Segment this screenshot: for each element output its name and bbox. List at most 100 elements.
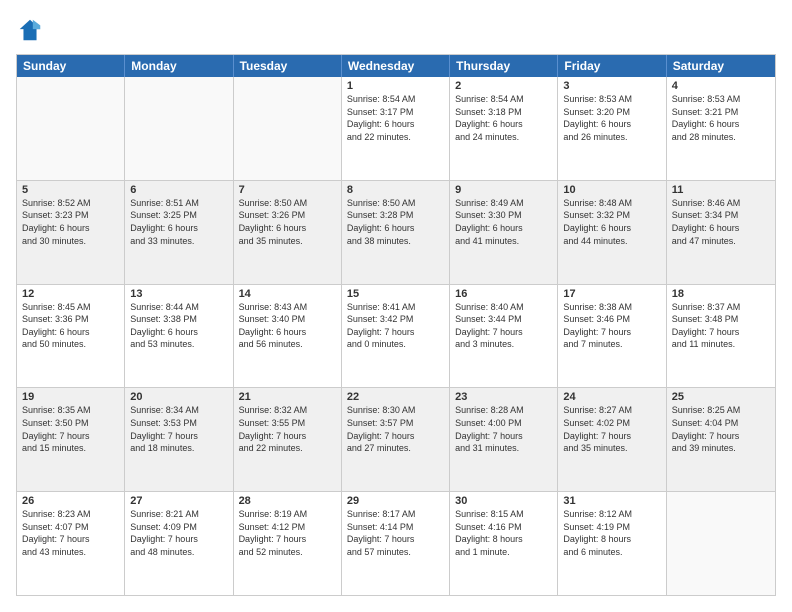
- day-cell: [17, 77, 125, 180]
- day-number: 11: [672, 184, 770, 196]
- day-info: Sunrise: 8:34 AM Sunset: 3:53 PM Dayligh…: [130, 404, 227, 454]
- day-info: Sunrise: 8:32 AM Sunset: 3:55 PM Dayligh…: [239, 404, 336, 454]
- day-number: 9: [455, 184, 552, 196]
- day-number: 10: [563, 184, 660, 196]
- calendar: SundayMondayTuesdayWednesdayThursdayFrid…: [16, 54, 776, 596]
- day-header: Monday: [125, 55, 233, 77]
- day-info: Sunrise: 8:35 AM Sunset: 3:50 PM Dayligh…: [22, 404, 119, 454]
- day-cell: 7Sunrise: 8:50 AM Sunset: 3:26 PM Daylig…: [234, 181, 342, 284]
- day-info: Sunrise: 8:23 AM Sunset: 4:07 PM Dayligh…: [22, 508, 119, 558]
- day-cell: 26Sunrise: 8:23 AM Sunset: 4:07 PM Dayli…: [17, 492, 125, 595]
- day-info: Sunrise: 8:46 AM Sunset: 3:34 PM Dayligh…: [672, 197, 770, 247]
- day-cell: 28Sunrise: 8:19 AM Sunset: 4:12 PM Dayli…: [234, 492, 342, 595]
- day-info: Sunrise: 8:25 AM Sunset: 4:04 PM Dayligh…: [672, 404, 770, 454]
- header: [16, 16, 776, 44]
- day-number: 14: [239, 288, 336, 300]
- day-cell: 25Sunrise: 8:25 AM Sunset: 4:04 PM Dayli…: [667, 388, 775, 491]
- day-info: Sunrise: 8:51 AM Sunset: 3:25 PM Dayligh…: [130, 197, 227, 247]
- day-cell: 10Sunrise: 8:48 AM Sunset: 3:32 PM Dayli…: [558, 181, 666, 284]
- day-header: Thursday: [450, 55, 558, 77]
- day-number: 7: [239, 184, 336, 196]
- day-info: Sunrise: 8:19 AM Sunset: 4:12 PM Dayligh…: [239, 508, 336, 558]
- day-cell: 30Sunrise: 8:15 AM Sunset: 4:16 PM Dayli…: [450, 492, 558, 595]
- day-info: Sunrise: 8:54 AM Sunset: 3:18 PM Dayligh…: [455, 93, 552, 143]
- day-info: Sunrise: 8:43 AM Sunset: 3:40 PM Dayligh…: [239, 301, 336, 351]
- day-cell: 23Sunrise: 8:28 AM Sunset: 4:00 PM Dayli…: [450, 388, 558, 491]
- day-info: Sunrise: 8:54 AM Sunset: 3:17 PM Dayligh…: [347, 93, 444, 143]
- day-cell: 8Sunrise: 8:50 AM Sunset: 3:28 PM Daylig…: [342, 181, 450, 284]
- day-cell: [125, 77, 233, 180]
- day-number: 16: [455, 288, 552, 300]
- logo: [16, 16, 48, 44]
- day-info: Sunrise: 8:53 AM Sunset: 3:21 PM Dayligh…: [672, 93, 770, 143]
- day-info: Sunrise: 8:50 AM Sunset: 3:28 PM Dayligh…: [347, 197, 444, 247]
- day-info: Sunrise: 8:50 AM Sunset: 3:26 PM Dayligh…: [239, 197, 336, 247]
- day-info: Sunrise: 8:28 AM Sunset: 4:00 PM Dayligh…: [455, 404, 552, 454]
- day-number: 8: [347, 184, 444, 196]
- day-cell: 14Sunrise: 8:43 AM Sunset: 3:40 PM Dayli…: [234, 285, 342, 388]
- day-number: 3: [563, 80, 660, 92]
- day-header: Friday: [558, 55, 666, 77]
- day-number: 17: [563, 288, 660, 300]
- day-number: 22: [347, 391, 444, 403]
- day-number: 26: [22, 495, 119, 507]
- day-number: 18: [672, 288, 770, 300]
- day-info: Sunrise: 8:17 AM Sunset: 4:14 PM Dayligh…: [347, 508, 444, 558]
- day-info: Sunrise: 8:15 AM Sunset: 4:16 PM Dayligh…: [455, 508, 552, 558]
- day-cell: 19Sunrise: 8:35 AM Sunset: 3:50 PM Dayli…: [17, 388, 125, 491]
- day-number: 15: [347, 288, 444, 300]
- day-header: Tuesday: [234, 55, 342, 77]
- day-info: Sunrise: 8:41 AM Sunset: 3:42 PM Dayligh…: [347, 301, 444, 351]
- day-cell: 13Sunrise: 8:44 AM Sunset: 3:38 PM Dayli…: [125, 285, 233, 388]
- day-cell: 20Sunrise: 8:34 AM Sunset: 3:53 PM Dayli…: [125, 388, 233, 491]
- day-info: Sunrise: 8:49 AM Sunset: 3:30 PM Dayligh…: [455, 197, 552, 247]
- day-cell: 1Sunrise: 8:54 AM Sunset: 3:17 PM Daylig…: [342, 77, 450, 180]
- day-cell: 22Sunrise: 8:30 AM Sunset: 3:57 PM Dayli…: [342, 388, 450, 491]
- day-number: 31: [563, 495, 660, 507]
- day-number: 12: [22, 288, 119, 300]
- day-cell: 12Sunrise: 8:45 AM Sunset: 3:36 PM Dayli…: [17, 285, 125, 388]
- day-number: 21: [239, 391, 336, 403]
- day-cell: 6Sunrise: 8:51 AM Sunset: 3:25 PM Daylig…: [125, 181, 233, 284]
- day-info: Sunrise: 8:44 AM Sunset: 3:38 PM Dayligh…: [130, 301, 227, 351]
- day-cell: 4Sunrise: 8:53 AM Sunset: 3:21 PM Daylig…: [667, 77, 775, 180]
- day-cell: 2Sunrise: 8:54 AM Sunset: 3:18 PM Daylig…: [450, 77, 558, 180]
- day-header: Saturday: [667, 55, 775, 77]
- day-info: Sunrise: 8:27 AM Sunset: 4:02 PM Dayligh…: [563, 404, 660, 454]
- day-header: Wednesday: [342, 55, 450, 77]
- day-cell: 18Sunrise: 8:37 AM Sunset: 3:48 PM Dayli…: [667, 285, 775, 388]
- day-number: 19: [22, 391, 119, 403]
- day-number: 2: [455, 80, 552, 92]
- day-headers: SundayMondayTuesdayWednesdayThursdayFrid…: [17, 55, 775, 77]
- day-number: 23: [455, 391, 552, 403]
- day-cell: 27Sunrise: 8:21 AM Sunset: 4:09 PM Dayli…: [125, 492, 233, 595]
- day-info: Sunrise: 8:30 AM Sunset: 3:57 PM Dayligh…: [347, 404, 444, 454]
- day-number: 30: [455, 495, 552, 507]
- day-info: Sunrise: 8:38 AM Sunset: 3:46 PM Dayligh…: [563, 301, 660, 351]
- day-cell: [667, 492, 775, 595]
- day-number: 24: [563, 391, 660, 403]
- day-info: Sunrise: 8:53 AM Sunset: 3:20 PM Dayligh…: [563, 93, 660, 143]
- day-cell: 24Sunrise: 8:27 AM Sunset: 4:02 PM Dayli…: [558, 388, 666, 491]
- day-cell: 21Sunrise: 8:32 AM Sunset: 3:55 PM Dayli…: [234, 388, 342, 491]
- day-number: 20: [130, 391, 227, 403]
- week-row: 26Sunrise: 8:23 AM Sunset: 4:07 PM Dayli…: [17, 492, 775, 595]
- day-cell: 16Sunrise: 8:40 AM Sunset: 3:44 PM Dayli…: [450, 285, 558, 388]
- day-info: Sunrise: 8:21 AM Sunset: 4:09 PM Dayligh…: [130, 508, 227, 558]
- day-cell: 5Sunrise: 8:52 AM Sunset: 3:23 PM Daylig…: [17, 181, 125, 284]
- day-info: Sunrise: 8:48 AM Sunset: 3:32 PM Dayligh…: [563, 197, 660, 247]
- day-cell: [234, 77, 342, 180]
- week-row: 12Sunrise: 8:45 AM Sunset: 3:36 PM Dayli…: [17, 285, 775, 389]
- day-cell: 11Sunrise: 8:46 AM Sunset: 3:34 PM Dayli…: [667, 181, 775, 284]
- day-cell: 29Sunrise: 8:17 AM Sunset: 4:14 PM Dayli…: [342, 492, 450, 595]
- day-cell: 15Sunrise: 8:41 AM Sunset: 3:42 PM Dayli…: [342, 285, 450, 388]
- day-cell: 3Sunrise: 8:53 AM Sunset: 3:20 PM Daylig…: [558, 77, 666, 180]
- day-number: 1: [347, 80, 444, 92]
- day-number: 13: [130, 288, 227, 300]
- day-cell: 31Sunrise: 8:12 AM Sunset: 4:19 PM Dayli…: [558, 492, 666, 595]
- day-cell: 17Sunrise: 8:38 AM Sunset: 3:46 PM Dayli…: [558, 285, 666, 388]
- day-info: Sunrise: 8:45 AM Sunset: 3:36 PM Dayligh…: [22, 301, 119, 351]
- day-info: Sunrise: 8:52 AM Sunset: 3:23 PM Dayligh…: [22, 197, 119, 247]
- day-number: 4: [672, 80, 770, 92]
- day-info: Sunrise: 8:37 AM Sunset: 3:48 PM Dayligh…: [672, 301, 770, 351]
